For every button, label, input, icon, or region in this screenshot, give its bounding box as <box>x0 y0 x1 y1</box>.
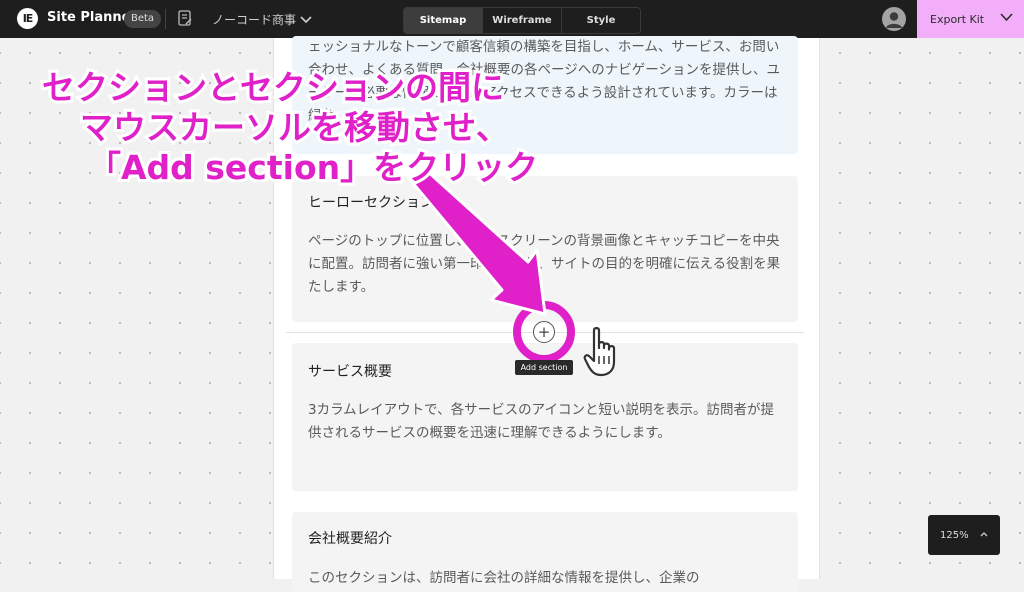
tab-style[interactable]: Style <box>562 8 640 33</box>
export-kit-label: Export Kit <box>930 12 985 26</box>
section-title: 会社概要紹介 <box>308 531 392 547</box>
annotation-line-3: 「Add section」をクリック <box>85 145 541 190</box>
section-body: 3カラムレイアウトで、各サービスのアイコンと短い説明を表示。訪問者が提供されるサ… <box>308 402 774 441</box>
section-body: ページのトップに位置し、フルスクリーンの背景画像とキャッチコピーを中央に配置。訪… <box>308 233 781 295</box>
add-section-tooltip: Add section <box>515 360 573 375</box>
tab-wireframe[interactable]: Wireframe <box>483 8 562 33</box>
beta-badge: Beta <box>124 10 162 28</box>
zoom-level: 125% <box>940 529 969 541</box>
user-avatar-icon[interactable] <box>882 7 906 31</box>
chevron-up-icon <box>980 532 988 537</box>
divider <box>165 9 166 29</box>
tab-sitemap[interactable]: Sitemap <box>404 8 483 33</box>
hand-cursor-icon <box>583 327 616 377</box>
project-name: ノーコード商事 <box>212 13 297 27</box>
top-bar: IE Site Planner Beta ノーコード商事 Sitemap Wir… <box>0 0 1024 38</box>
section-title: ヒーローセクション <box>308 195 434 211</box>
zoom-control[interactable]: 125% <box>928 515 1000 555</box>
add-section-button[interactable]: + <box>533 321 555 343</box>
chevron-down-icon <box>1000 13 1013 22</box>
view-switcher: Sitemap Wireframe Style <box>403 7 641 34</box>
notes-icon[interactable] <box>178 10 192 27</box>
elementor-logo-icon[interactable]: IE <box>17 8 38 29</box>
plus-circle-icon: + <box>537 322 551 341</box>
annotation-line-2: マウスカーソルを移動させ、 <box>77 105 512 150</box>
section-title: サービス概要 <box>308 364 392 380</box>
project-selector[interactable]: ノーコード商事 <box>212 11 312 28</box>
chevron-down-icon <box>300 15 312 23</box>
export-kit-button[interactable]: Export Kit <box>917 0 1024 38</box>
section-card-company[interactable]: 会社概要紹介 このセクションは、訪問者に会社の詳細な情報を提供し、企業の <box>292 512 798 592</box>
annotation-line-1: セクションとセクションの間に <box>39 65 507 110</box>
